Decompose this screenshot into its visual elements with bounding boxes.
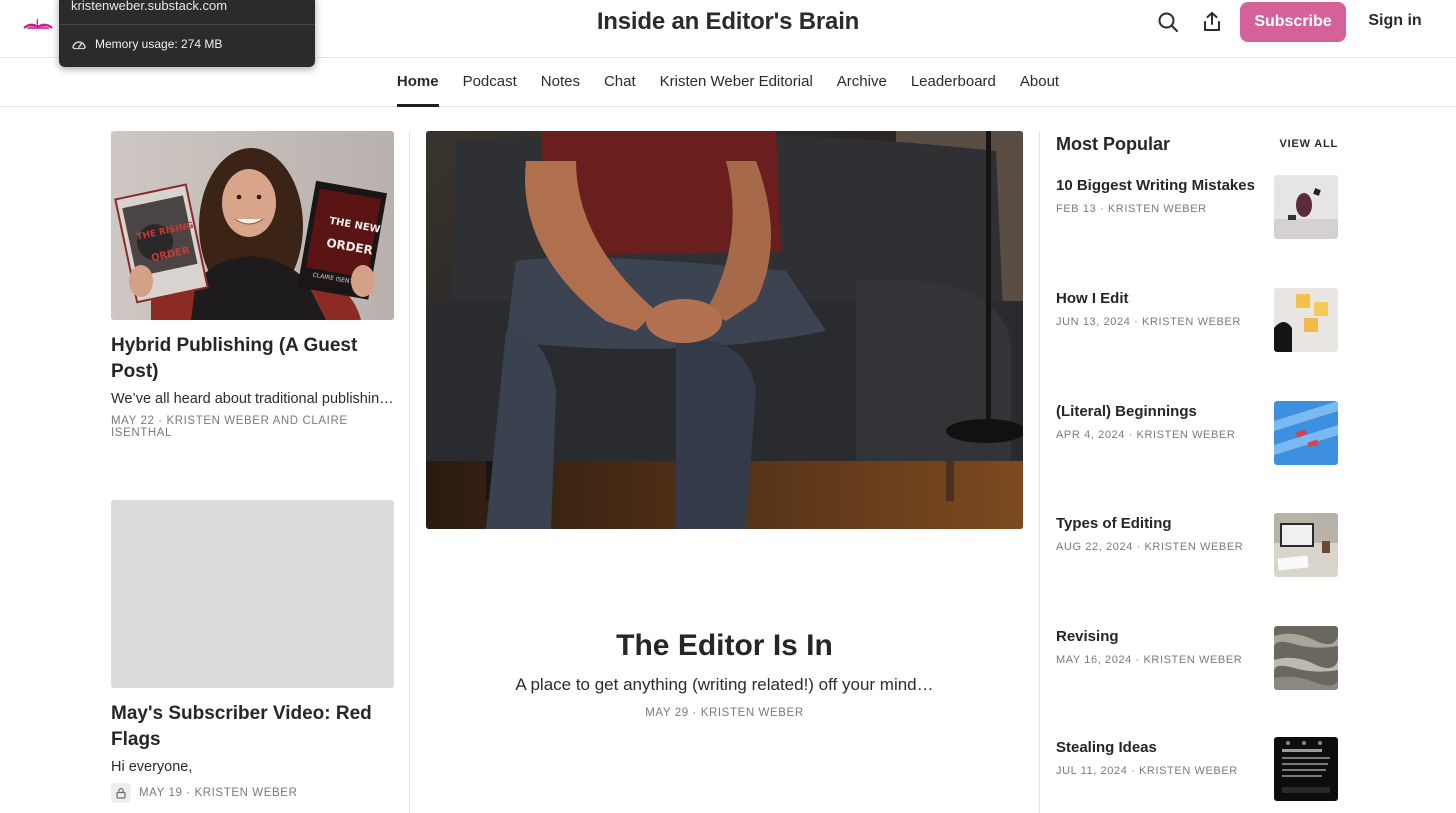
- featured-post-image[interactable]: [426, 131, 1023, 529]
- lock-icon: [111, 783, 131, 803]
- popular-post-title[interactable]: Types of Editing: [1056, 515, 1266, 532]
- popular-post-meta: AUG 22, 2024 · KRISTEN WEBER: [1056, 541, 1244, 553]
- post-card[interactable]: May's Subscriber Video: Red Flags Hi eve…: [111, 500, 394, 803]
- popular-post-thumbnail[interactable]: [1274, 626, 1338, 690]
- popular-post-thumbnail[interactable]: [1274, 737, 1338, 801]
- nav-kristen-weber-editorial[interactable]: Kristen Weber Editorial: [660, 59, 813, 107]
- left-post-column: THE RISING ORDER THE NEW ORDER CLAIRE IS…: [111, 131, 394, 803]
- column-divider-right: [1039, 131, 1040, 813]
- popular-post-meta: FEB 13 · KRISTEN WEBER: [1056, 203, 1207, 215]
- most-popular-header: Most Popular VIEW ALL: [1056, 131, 1338, 157]
- tooltip-memory-text: Memory usage: 274 MB: [95, 37, 223, 51]
- popular-post-thumbnail[interactable]: [1274, 175, 1338, 239]
- popular-post-meta: JUN 13, 2024 · KRISTEN WEBER: [1056, 316, 1241, 328]
- nav-archive[interactable]: Archive: [837, 59, 887, 107]
- popular-post-item[interactable]: How I Edit JUN 13, 2024 · KRISTEN WEBER: [1056, 288, 1338, 352]
- nav-home[interactable]: Home: [396, 59, 439, 107]
- nav-notes[interactable]: Notes: [541, 59, 580, 107]
- popular-post-item[interactable]: Types of Editing AUG 22, 2024 · KRISTEN …: [1056, 513, 1338, 577]
- popular-post-title[interactable]: How I Edit: [1056, 290, 1266, 307]
- popular-post-meta: JUL 11, 2024 · KRISTEN WEBER: [1056, 765, 1238, 777]
- post-image-placeholder[interactable]: [111, 500, 394, 688]
- post-meta-text: MAY 19 · KRISTEN WEBER: [139, 787, 298, 799]
- nav-podcast[interactable]: Podcast: [463, 59, 517, 107]
- most-popular-section: Most Popular VIEW ALL 10 Biggest Writing…: [1056, 131, 1338, 801]
- popular-post-title[interactable]: 10 Biggest Writing Mistakes: [1056, 177, 1266, 194]
- featured-post[interactable]: The Editor Is In A place to get anything…: [426, 131, 1023, 719]
- popular-post-title[interactable]: Revising: [1056, 628, 1266, 645]
- subscribe-button[interactable]: Subscribe: [1240, 2, 1346, 42]
- popular-post-title[interactable]: (Literal) Beginnings: [1056, 403, 1266, 420]
- featured-post-title[interactable]: The Editor Is In: [426, 629, 1023, 663]
- popular-post-title[interactable]: Stealing Ideas: [1056, 739, 1266, 756]
- featured-post-meta: MAY 29 · KRISTEN WEBER: [645, 707, 804, 719]
- popular-post-meta: MAY 16, 2024 · KRISTEN WEBER: [1056, 654, 1243, 666]
- sign-in-link[interactable]: Sign in: [1362, 12, 1428, 30]
- post-title[interactable]: May's Subscriber Video: Red Flags: [111, 701, 394, 753]
- post-image-author-with-books[interactable]: THE RISING ORDER THE NEW ORDER CLAIRE IS…: [111, 131, 394, 320]
- nav-leaderboard[interactable]: Leaderboard: [911, 59, 996, 107]
- popular-post-thumbnail[interactable]: [1274, 401, 1338, 465]
- share-icon[interactable]: [1200, 10, 1224, 34]
- post-subtitle: Hi everyone,: [111, 759, 193, 775]
- tooltip-memory-row: Memory usage: 274 MB: [71, 37, 222, 51]
- post-card[interactable]: THE RISING ORDER THE NEW ORDER CLAIRE IS…: [111, 131, 394, 439]
- view-all-link[interactable]: VIEW ALL: [1279, 138, 1338, 150]
- post-title[interactable]: Hybrid Publishing (A Guest Post): [111, 333, 394, 385]
- tooltip-divider: [59, 24, 315, 25]
- most-popular-title: Most Popular: [1056, 133, 1171, 154]
- featured-post-subtitle: A place to get anything (writing related…: [515, 675, 934, 694]
- popular-post-item[interactable]: Revising MAY 16, 2024 · KRISTEN WEBER: [1056, 626, 1338, 690]
- popular-post-thumbnail[interactable]: [1274, 513, 1338, 577]
- post-subtitle: We’ve all heard about traditional publis…: [111, 391, 394, 407]
- search-icon[interactable]: [1156, 10, 1180, 34]
- popular-post-item[interactable]: (Literal) Beginnings APR 4, 2024 · KRIST…: [1056, 401, 1338, 465]
- gauge-icon: [72, 41, 86, 50]
- popular-post-thumbnail[interactable]: [1274, 288, 1338, 352]
- post-meta: MAY 22 · KRISTEN WEBER AND CLAIRE ISENTH…: [111, 415, 394, 439]
- nav-about[interactable]: About: [1020, 59, 1059, 107]
- popular-post-item[interactable]: Stealing Ideas JUL 11, 2024 · KRISTEN WE…: [1056, 737, 1338, 801]
- tab-hover-tooltip: kristenweber.substack.com Memory usage: …: [59, 0, 315, 67]
- column-divider-left: [409, 131, 410, 813]
- nav-chat[interactable]: Chat: [604, 59, 636, 107]
- tooltip-url: kristenweber.substack.com: [71, 0, 228, 13]
- post-meta-text: MAY 22 · KRISTEN WEBER AND CLAIRE ISENTH…: [111, 415, 348, 439]
- post-meta: MAY 19 · KRISTEN WEBER: [111, 783, 394, 803]
- popular-post-meta: APR 4, 2024 · KRISTEN WEBER: [1056, 429, 1236, 441]
- popular-post-item[interactable]: 10 Biggest Writing Mistakes FEB 13 · KRI…: [1056, 175, 1338, 239]
